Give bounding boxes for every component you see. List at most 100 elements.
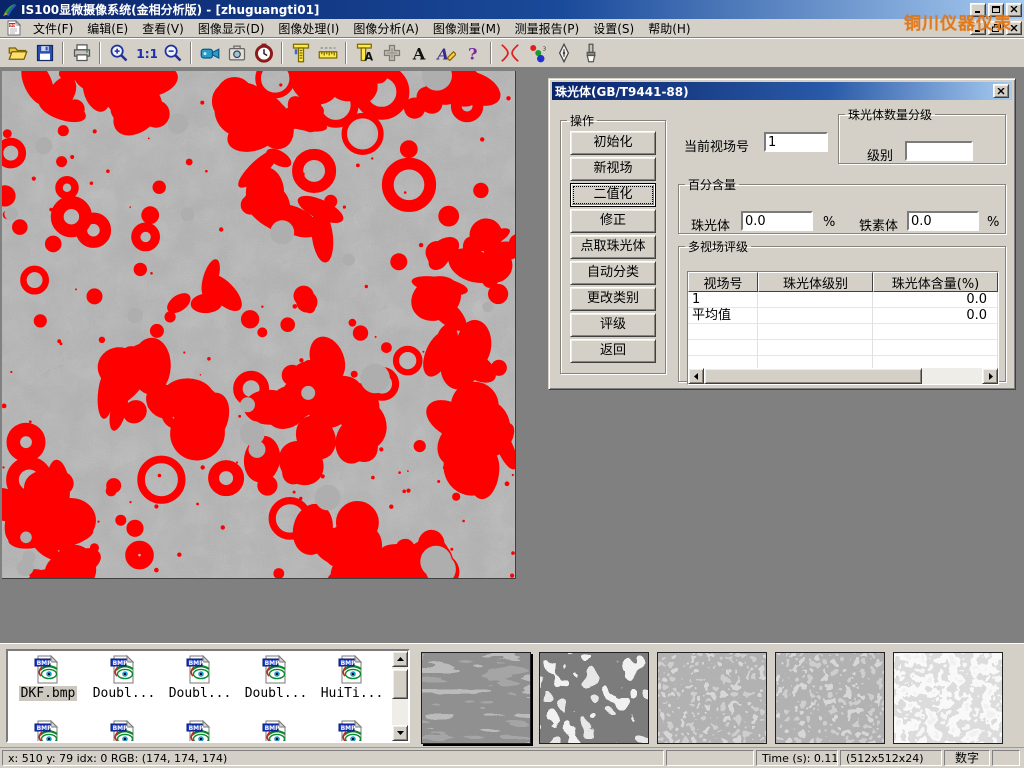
curve-tool-icon[interactable] [497,41,522,66]
level-input[interactable] [905,141,973,161]
menu-edit[interactable]: 编辑(E) [80,18,135,39]
col-ferrite[interactable]: 铁素体 [998,272,999,292]
pearlite-percent-sign: % [823,215,835,230]
actual-size-icon[interactable]: 1:1 [133,41,158,66]
move-cross-icon[interactable] [379,41,404,66]
col-pearlite-level[interactable]: 珠光体级别 [758,272,873,292]
menu-image-display[interactable]: 图像显示(D) [191,18,272,39]
scrollbar-thumb[interactable] [704,368,922,384]
scroll-up-icon[interactable] [392,651,408,667]
pearlite-percent-input[interactable] [741,211,813,231]
zoom-in-icon[interactable] [106,41,131,66]
gallery-thumbnail-1[interactable] [421,652,531,744]
menu-image-analysis[interactable]: 图像分析(A) [346,18,426,39]
file-item[interactable]: BMP [314,719,390,743]
maximize-button[interactable] [988,3,1004,17]
file-item[interactable]: BMP HuiTi... [314,654,390,701]
ferrite-percent-input[interactable] [907,211,979,231]
binarize-button[interactable]: 二值化 [570,183,656,207]
gallery-thumbnail-3[interactable] [657,652,767,744]
brush-tool-icon[interactable] [578,41,603,66]
rate-button[interactable]: 评级 [570,313,656,337]
new-field-button[interactable]: 新视场 [570,157,656,181]
minimize-button[interactable] [970,3,986,17]
dialog-title: 珠光体(GB/T9441-88) [555,83,991,100]
menu-help[interactable]: 帮助(H) [641,18,697,39]
col-field-number[interactable]: 视场号 [688,272,758,292]
scrollbar-thumb[interactable] [392,669,408,699]
gallery-thumbnail-4[interactable] [775,652,885,744]
file-name[interactable]: HuiTi... [319,686,386,701]
pearlite-dialog: 珠光体(GB/T9441-88) 操作 初始化 新视场 二值化 修正 点取珠光体… [548,78,1016,390]
correct-button[interactable]: 修正 [570,209,656,233]
document-icon[interactable]: DOC [6,20,22,36]
table-horizontal-scrollbar[interactable] [688,368,998,384]
current-field-input[interactable] [764,132,828,152]
file-item[interactable]: BMP [10,719,86,743]
close-button[interactable] [1006,3,1022,17]
gallery-thumbnail-5[interactable] [893,652,1003,744]
menu-view[interactable]: 查看(V) [135,18,191,39]
change-class-button[interactable]: 更改类别 [570,287,656,311]
file-item[interactable]: BMP Doubl... [86,654,162,701]
file-list[interactable]: BMP DKF.bmp BMP Doubl... BMP Doubl... BM… [6,649,410,743]
gallery-thumbnail-2[interactable] [539,652,649,744]
video-capture-icon[interactable] [197,41,222,66]
measure-label-icon[interactable]: A [352,41,377,66]
menu-settings[interactable]: 设置(S) [586,18,641,39]
table-row[interactable]: 平均值 0.0 [688,308,999,324]
file-item[interactable]: BMP Doubl... [162,654,238,701]
file-item[interactable]: BMP [238,719,314,743]
file-name[interactable]: DKF.bmp [19,686,78,701]
file-name[interactable]: Doubl... [91,686,158,701]
file-item[interactable]: BMP DKF.bmp [10,654,86,701]
current-field-label: 当前视场号 [684,136,749,155]
file-name[interactable]: Doubl... [167,686,234,701]
menu-image-measure[interactable]: 图像测量(M) [426,18,508,39]
mdi-restore-button[interactable] [988,21,1004,35]
camera-capture-icon[interactable] [224,41,249,66]
phase-color-icon[interactable]: 3 [524,41,549,66]
save-icon[interactable] [32,41,57,66]
rating-table[interactable]: 视场号 珠光体级别 珠光体含量(%) 铁素体 1 0.0 [687,271,999,385]
open-file-icon[interactable] [5,41,30,66]
scroll-right-icon[interactable] [982,368,998,384]
table-row[interactable]: 1 0.0 [688,292,999,308]
menu-image-processing[interactable]: 图像处理(I) [271,18,346,39]
ruler-icon[interactable] [315,41,340,66]
auto-classify-button[interactable]: 自动分类 [570,261,656,285]
menu-file[interactable]: 文件(F) [26,18,80,39]
text-annotation-icon[interactable]: A [406,41,431,66]
zoom-out-icon[interactable] [160,41,185,66]
scroll-left-icon[interactable] [688,368,704,384]
cell-ferrite [998,292,999,308]
col-pearlite-content[interactable]: 珠光体含量(%) [873,272,998,292]
caliper-icon[interactable] [288,41,313,66]
cell-pearlite: 0.0 [873,292,998,308]
dialog-title-bar[interactable]: 珠光体(GB/T9441-88) [552,82,1012,100]
bmp-file-icon: BMP [108,719,140,743]
help-icon[interactable]: ? [460,41,485,66]
file-item[interactable]: BMP [162,719,238,743]
pen-tool-icon[interactable] [551,41,576,66]
file-item[interactable]: BMP Doubl... [238,654,314,701]
micrograph-image[interactable] [2,71,515,578]
init-button[interactable]: 初始化 [570,131,656,155]
pick-pearlite-button[interactable]: 点取珠光体 [570,235,656,259]
cell-field: 平均值 [688,308,758,324]
micrograph-viewport[interactable] [2,71,516,579]
file-item[interactable]: BMP [86,719,162,743]
menu-measure-report[interactable]: 测量报告(P) [508,18,587,39]
file-name[interactable]: Doubl... [243,686,310,701]
mdi-minimize-button[interactable] [970,21,986,35]
rating-table-header: 视场号 珠光体级别 珠光体含量(%) 铁素体 [688,272,999,292]
cell-pearlite: 0.0 [873,308,998,324]
dialog-close-button[interactable] [993,84,1009,98]
return-button[interactable]: 返回 [570,339,656,363]
edit-annotation-icon[interactable]: A [433,41,458,66]
print-icon[interactable] [69,41,94,66]
scroll-down-icon[interactable] [392,725,408,741]
file-list-scrollbar[interactable] [392,651,408,741]
mdi-close-button[interactable] [1006,21,1022,35]
timer-icon[interactable] [251,41,276,66]
